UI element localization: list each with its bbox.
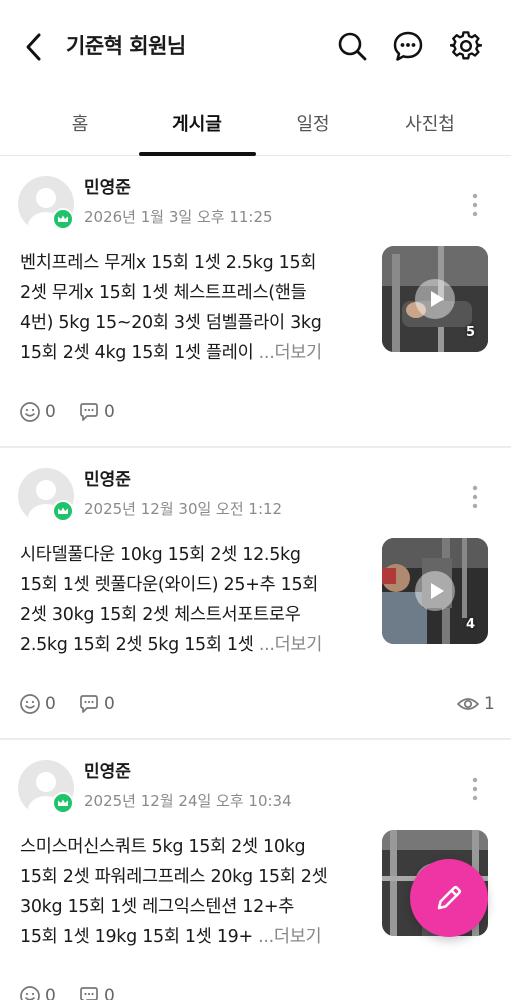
comment-count: 0 — [104, 986, 115, 1000]
post-line: 2셋 무게x 15회 1셋 체스트프레스(핸들 — [20, 283, 307, 303]
reaction-count: 0 — [45, 402, 56, 422]
post-card[interactable]: 민영준 2026년 1월 3일 오후 11:25 벤치프레스 무게x 15회 1… — [0, 156, 511, 448]
view-stat: 1 — [456, 692, 495, 716]
reaction-count: 0 — [45, 986, 56, 1000]
media-thumbnail[interactable]: 5 — [382, 246, 488, 352]
post-date: 2026년 1월 3일 오후 11:25 — [84, 208, 273, 226]
post-line: 15회 1셋 19kg 15회 1셋 19+ — [20, 927, 259, 947]
post-line: 30kg 15회 1셋 레그익스텐션 12+추 — [20, 897, 295, 917]
author-name[interactable]: 민영준 — [84, 176, 131, 200]
media-count: 4 — [465, 617, 475, 632]
reaction-count: 0 — [45, 694, 56, 714]
comment-count: 0 — [104, 694, 115, 714]
tab-schedule[interactable]: 일정 — [249, 94, 377, 156]
media-thumbnail[interactable]: 4 — [382, 538, 488, 644]
post-card[interactable]: 민영준 2025년 12월 30일 오전 1:12 시타델풀다운 10kg 15… — [0, 448, 511, 740]
crown-badge-icon — [52, 500, 74, 522]
post-line: 4번) 5kg 15~20회 3셋 덤벨플라이 3kg — [20, 313, 322, 333]
post-line: 15회 1셋 렛풀다운(와이드) 25+추 15회 — [20, 575, 319, 595]
read-more-link[interactable]: ...더보기 — [258, 927, 322, 947]
comment-count: 0 — [104, 402, 115, 422]
comment-icon — [80, 987, 98, 1000]
play-icon[interactable] — [415, 279, 455, 319]
app-header: 기준혁 회원님 — [0, 0, 511, 94]
smile-icon — [20, 986, 40, 1000]
media-count: 5 — [465, 325, 475, 340]
smile-icon — [20, 402, 40, 422]
play-icon[interactable] — [415, 571, 455, 611]
comment-stat[interactable]: 0 — [78, 692, 115, 716]
comment-icon — [80, 403, 98, 421]
post-line: 2.5kg 15회 2셋 5kg 15회 1셋 — [20, 635, 259, 655]
eye-icon — [457, 698, 479, 710]
tab-posts[interactable]: 게시글 — [133, 94, 261, 156]
comment-stat[interactable]: 0 — [78, 984, 115, 1000]
crown-badge-icon — [52, 792, 74, 814]
gear-icon[interactable] — [449, 30, 483, 62]
back-icon[interactable] — [20, 30, 50, 64]
post-line: 15회 2셋 파워레그프레스 20kg 15회 2셋 — [20, 867, 328, 887]
more-options-icon[interactable] — [466, 776, 484, 802]
read-more-link[interactable]: ...더보기 — [259, 343, 323, 363]
post-line: 스미스머신스쿼트 5kg 15회 2셋 10kg — [20, 837, 306, 857]
post-line: 2셋 30kg 15회 2셋 체스트서포트로우 — [20, 605, 301, 625]
author-name[interactable]: 민영준 — [84, 760, 131, 784]
post-body[interactable]: 스미스머신스쿼트 5kg 15회 2셋 10kg 15회 2셋 파워레그프레스 … — [20, 832, 365, 952]
reaction-stat[interactable]: 0 — [19, 984, 56, 1000]
crown-badge-icon — [52, 208, 74, 230]
comment-icon — [80, 695, 98, 713]
reaction-stat[interactable]: 0 — [19, 692, 56, 716]
tab-home[interactable]: 홈 — [16, 94, 144, 156]
view-count: 1 — [484, 694, 495, 714]
tab-photos[interactable]: 사진첩 — [366, 94, 494, 156]
chat-icon[interactable] — [392, 30, 424, 62]
tab-bar: 홈 게시글 일정 사진첩 — [0, 94, 511, 156]
post-date: 2025년 12월 30일 오전 1:12 — [84, 500, 283, 518]
post-line: 벤치프레스 무게x 15회 1셋 2.5kg 15회 — [20, 253, 317, 273]
smile-icon — [20, 694, 40, 714]
more-options-icon[interactable] — [466, 484, 484, 510]
reaction-stat[interactable]: 0 — [19, 400, 56, 424]
page-title: 기준혁 회원님 — [66, 34, 186, 58]
more-options-icon[interactable] — [466, 192, 484, 218]
post-body[interactable]: 벤치프레스 무게x 15회 1셋 2.5kg 15회 2셋 무게x 15회 1셋… — [20, 248, 365, 368]
comment-stat[interactable]: 0 — [78, 400, 115, 424]
post-line: 시타델풀다운 10kg 15회 2셋 12.5kg — [20, 545, 301, 565]
read-more-link[interactable]: ...더보기 — [259, 635, 323, 655]
pencil-icon — [437, 885, 462, 910]
write-post-button[interactable] — [410, 859, 488, 937]
post-body[interactable]: 시타델풀다운 10kg 15회 2셋 12.5kg 15회 1셋 렛풀다운(와이… — [20, 540, 365, 660]
post-line: 15회 2셋 4kg 15회 1셋 플레이 — [20, 343, 259, 363]
search-icon[interactable] — [336, 30, 368, 62]
author-name[interactable]: 민영준 — [84, 468, 131, 492]
post-date: 2025년 12월 24일 오후 10:34 — [84, 792, 292, 810]
